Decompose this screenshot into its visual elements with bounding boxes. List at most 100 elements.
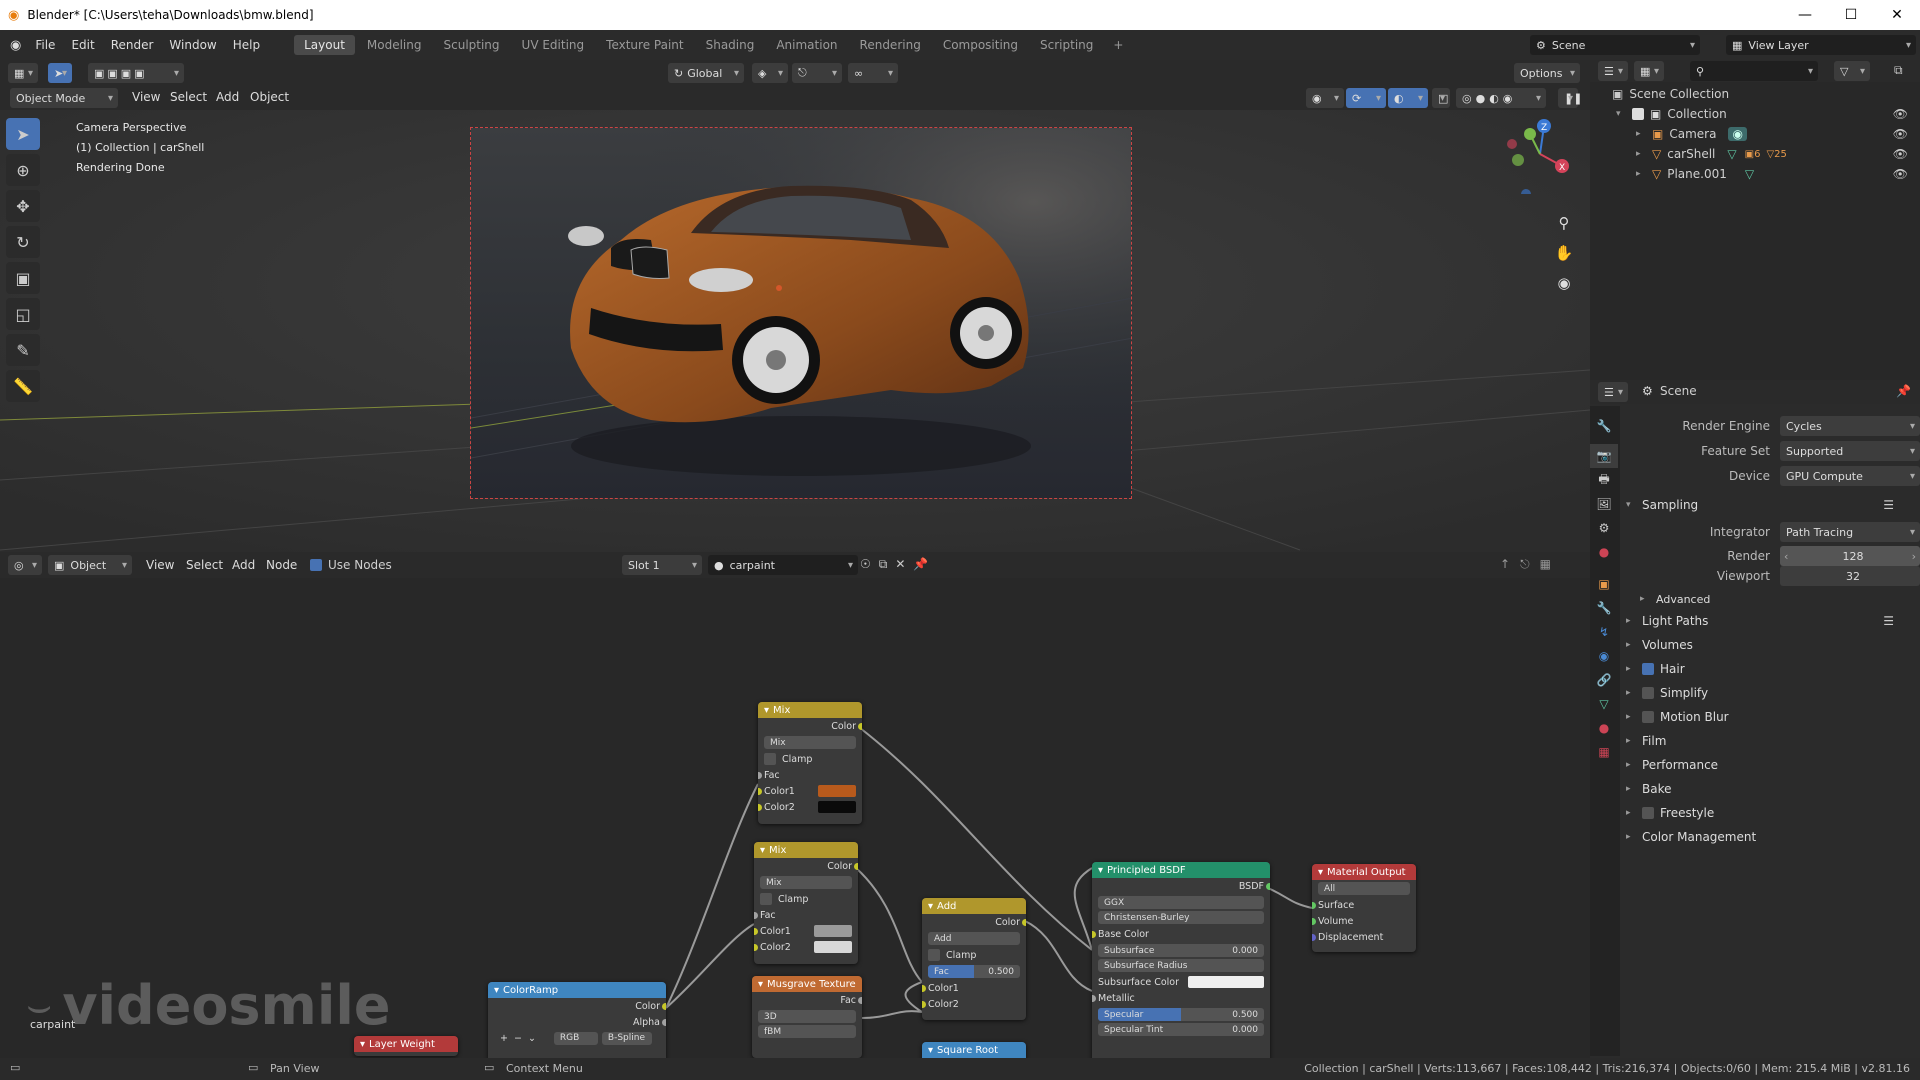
mix-node-1-color2-socket[interactable] [758,803,762,811]
constraints-tab[interactable]: 🔗 [1590,668,1618,692]
mix-node-1-clamp[interactable]: Clamp [758,751,862,767]
hair-panel-header[interactable]: ▸ Hair [1626,658,1916,680]
add-menu[interactable]: Add [216,90,239,104]
mix-node-2-color2-socket[interactable] [754,943,758,951]
motion-blur-enable-checkbox[interactable] [1642,711,1654,723]
workspace-tab-scripting[interactable]: Scripting [1030,35,1103,55]
principled-bsdf-node[interactable]: ▾ Principled BSDF BSDF GGX Christensen-Bu… [1092,862,1270,1058]
mix-node-2-blend-dropdown[interactable]: Mix [760,876,852,889]
outliner-camera-row[interactable]: ▸ ▣ Camera ◉ 👁 [1590,124,1920,144]
camera-view-icon[interactable]: ◉ [1552,268,1576,298]
material-slot-dropdown[interactable]: Slot 1 [622,555,702,575]
add-node-color1-socket[interactable] [922,984,926,992]
mix-node-2-clamp[interactable]: Clamp [754,891,858,907]
shading-mode-buttons[interactable]: ◎●◐◉ [1456,88,1546,108]
plane-expand-icon[interactable]: ▸ [1636,169,1652,179]
hair-enable-checkbox[interactable] [1642,663,1654,675]
particles-tab[interactable]: ↯ [1590,620,1618,644]
bsdf-distribution-dropdown[interactable]: GGX [1098,896,1264,909]
cursor-tool[interactable]: ⊕ [6,154,40,186]
node-editor-type-menu[interactable]: ◎ [8,555,42,575]
texture-tab[interactable]: ▦ [1590,740,1618,764]
workspace-tab-modeling[interactable]: Modeling [357,35,432,55]
gizmo-toggle[interactable]: ⟳ [1346,88,1386,108]
layer-weight-node[interactable]: ▾ Layer Weight [354,1036,458,1056]
mix-node-2-color1-swatch[interactable] [814,925,852,937]
simplify-enable-checkbox[interactable] [1642,687,1654,699]
mix-node-1[interactable]: ▾ Mix Color Mix Clamp Fac Color1 Color2 [758,702,862,824]
output-surface-socket[interactable] [1312,901,1316,909]
duplicate-material-icon[interactable]: ⧉ [879,557,896,571]
render-samples-field[interactable]: ‹ 128 › [1780,546,1920,566]
overlay-toggle[interactable]: ◐ [1388,88,1428,108]
pan-hand-icon[interactable]: ✋ [1552,238,1576,268]
workspace-tab-uv-editing[interactable]: UV Editing [512,35,595,55]
musgrave-texture-node[interactable]: ▾ Musgrave Texture Fac 3D fBM [752,976,862,1058]
bsdf-subsurface-color-swatch[interactable] [1188,976,1264,988]
use-nodes-checkbox[interactable]: Use Nodes [310,558,392,572]
musgrave-fac-socket[interactable] [858,996,862,1004]
xray-toggle[interactable]: □ [1432,88,1450,108]
mix-node-2-output-socket[interactable] [854,862,858,870]
bsdf-specular-tint-field[interactable]: Specular Tint 0.000 [1098,1023,1264,1036]
workspace-tab-rendering[interactable]: Rendering [850,35,931,55]
feature-set-dropdown[interactable]: Supported [1780,441,1920,461]
minimize-button[interactable]: — [1782,0,1828,30]
workspace-tab-compositing[interactable]: Compositing [933,35,1028,55]
modifier-tab[interactable]: 🔧 [1590,596,1618,620]
outliner-editor-type[interactable]: ☰ [1598,61,1628,81]
carshell-visibility-eye-icon[interactable]: 👁 [1893,147,1908,161]
mix-node-1-fac-socket[interactable] [758,771,762,779]
shader-type-dropdown[interactable]: ▣ Object [48,555,132,575]
mix-node-2[interactable]: ▾ Mix Color Mix Clamp Fac Color1 Color2 [754,842,858,964]
mix-node-2-color2-swatch[interactable] [814,941,852,953]
collection-expand-icon[interactable]: ▾ [1616,109,1632,119]
mix-node-2-color1-socket[interactable] [754,927,758,935]
output-tab[interactable]: 🖶 [1590,468,1618,492]
pause-render-button[interactable]: ❚❚ [1558,88,1582,108]
musgrave-type-dropdown[interactable]: fBM [758,1025,856,1038]
proportional-edit-dropdown[interactable]: ∞ [848,63,898,83]
material-actions[interactable]: ☉⧉✕📌 [860,557,936,572]
simplify-panel-header[interactable]: ▸ Simplify [1626,682,1916,704]
pivot-dropdown[interactable]: ◈ [752,63,788,83]
pin-icon[interactable]: 📌 [913,557,936,571]
close-button[interactable]: ✕ [1874,0,1920,30]
add-node-blend-dropdown[interactable]: Add [928,932,1020,945]
move-tool[interactable]: ✥ [6,190,40,222]
measure-tool[interactable]: 📏 [6,370,40,402]
node-select-menu[interactable]: Select [186,558,223,572]
menu-window[interactable]: Window [161,38,224,52]
snap-element-icon[interactable]: ▦ [1540,557,1561,571]
add-node[interactable]: ▾ Add Color Add Clamp Fac 0.500 Color1 Col… [922,898,1026,1020]
physics-tab[interactable]: ◉ [1590,644,1618,668]
material-output-node[interactable]: ▾ Material Output All Surface Volume Disp… [1312,864,1416,952]
freestyle-panel-header[interactable]: ▸ Freestyle [1626,802,1916,824]
volumes-panel-header[interactable]: ▸ Volumes [1626,634,1916,656]
outliner-filter[interactable]: ▽ [1834,61,1870,81]
snap-dropdown[interactable]: ⎋ [792,63,842,83]
tool-tab[interactable]: 🔧 [1590,414,1618,438]
light-paths-presets-icon[interactable]: ☰ [1883,614,1894,628]
snap-node-icon[interactable]: ⎋ [1520,557,1540,571]
musgrave-dimension-dropdown[interactable]: 3D [758,1010,856,1023]
bsdf-base-color-socket[interactable] [1092,930,1096,938]
shader-node-editor[interactable]: ▾ Mix Color Mix Clamp Fac Color1 Color2 ▾… [0,578,1590,1058]
camera-visibility-eye-icon[interactable]: 👁 [1893,127,1908,141]
outliner-collection-row[interactable]: ▾ ▣ Collection 👁 [1590,104,1920,124]
zoom-icon[interactable]: ⚲ [1552,208,1576,238]
object-menu[interactable]: Object [250,90,289,104]
rotate-tool[interactable]: ↻ [6,226,40,258]
transform-orientation-dropdown[interactable]: ↻ Global [668,63,744,83]
unlink-material-icon[interactable]: ✕ [895,557,913,571]
color-management-panel-header[interactable]: ▸ Color Management [1626,826,1916,848]
node-view-menu[interactable]: View [146,558,174,572]
outliner-display-mode[interactable]: ▦ [1634,61,1664,81]
visibility-dropdown[interactable]: ◉ [1306,88,1344,108]
outliner-search-input[interactable]: ⚲ [1690,61,1818,81]
menu-edit[interactable]: Edit [63,38,102,52]
view-menu[interactable]: View [132,90,160,104]
scale-tool[interactable]: ▣ [6,262,40,294]
outliner-carshell-row[interactable]: ▸ ▽ carShell ▽ ▣6 ▽25 👁 [1590,144,1920,164]
workspace-tab-sculpting[interactable]: Sculpting [434,35,510,55]
